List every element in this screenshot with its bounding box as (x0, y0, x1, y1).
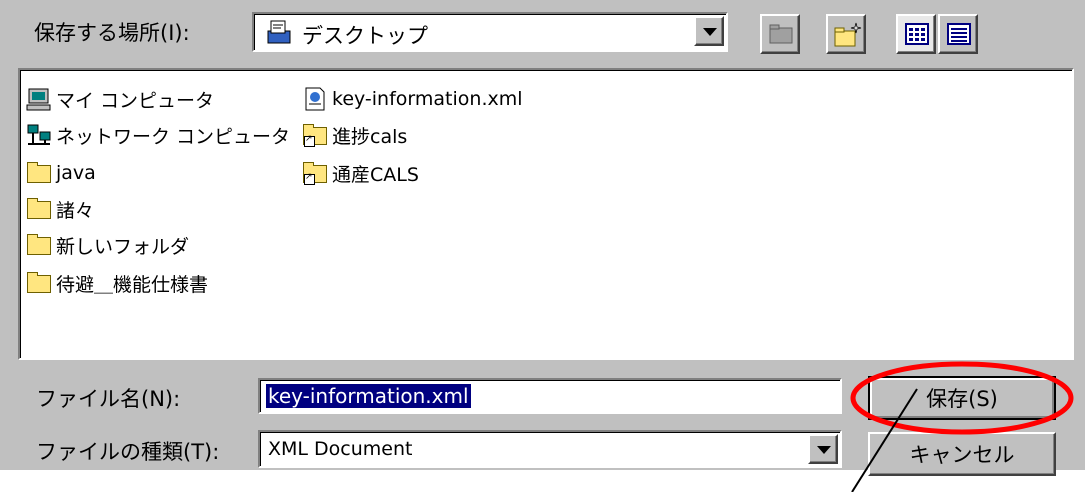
details-view-button[interactable] (938, 14, 978, 54)
file-list[interactable]: マイ コンピュータ ネットワーク コンピュータ java 諸々 新しいフォルダ … (18, 68, 1074, 360)
file-name: 通産CALS (332, 163, 419, 186)
list-item[interactable]: 通産CALS (302, 158, 419, 188)
filename-label: ファイル名(N): (36, 387, 181, 411)
list-item[interactable]: 諸々 (26, 194, 94, 224)
list-item[interactable]: ネットワーク コンピュータ (26, 120, 290, 150)
cancel-button[interactable]: キャンセル (868, 432, 1056, 476)
cancel-button-label: キャンセル (909, 443, 1015, 467)
new-folder-icon (833, 21, 863, 53)
save-location-label: 保存する場所(I): (34, 21, 190, 45)
file-name: マイ コンピュータ (56, 89, 215, 112)
folder-icon (26, 233, 52, 257)
save-location-combo[interactable]: デスクトップ (252, 12, 728, 52)
xml-file-icon (302, 87, 328, 111)
file-name: 新しいフォルダ (56, 235, 190, 258)
filename-value: key-information.xml (266, 384, 471, 408)
computer-icon (26, 87, 52, 111)
folder-shortcut-icon (302, 123, 328, 147)
filename-input[interactable]: key-information.xml (258, 378, 842, 414)
list-item[interactable]: 新しいフォルダ (26, 230, 189, 260)
create-new-folder-button[interactable] (826, 14, 866, 54)
file-name: java (56, 162, 96, 184)
folder-up-icon (769, 24, 793, 48)
save-button-label: 保存(S) (926, 387, 998, 411)
save-location-value: デスクトップ (302, 24, 428, 48)
desktop-icon (266, 19, 294, 45)
list-view-button[interactable] (896, 14, 936, 54)
folder-shortcut-icon (302, 161, 328, 185)
list-item[interactable]: java (26, 158, 96, 188)
list-item[interactable]: マイ コンピュータ (26, 84, 214, 114)
up-one-level-button[interactable] (760, 14, 800, 54)
file-name: 進捗cals (332, 125, 408, 148)
file-name: key-information.xml (332, 88, 523, 110)
file-name: ネットワーク コンピュータ (56, 125, 291, 148)
file-name: 待避＿機能仕様書 (56, 273, 209, 296)
filetype-select[interactable]: XML Document (258, 430, 842, 468)
file-name: 諸々 (56, 199, 95, 222)
network-icon (26, 123, 52, 147)
folder-icon (26, 197, 52, 221)
save-button[interactable]: 保存(S) (868, 376, 1056, 420)
list-view-icon (905, 23, 929, 49)
folder-icon (26, 271, 52, 295)
filetype-label: ファイルの種類(T): (36, 440, 220, 464)
list-item[interactable]: 待避＿機能仕様書 (26, 268, 208, 298)
chevron-down-icon[interactable] (694, 16, 724, 46)
filetype-value: XML Document (268, 438, 413, 460)
save-as-dialog: 保存する場所(I): デスクトップ マイ コンピュータ ネットワーク コンピュー… (0, 0, 1085, 476)
chevron-down-icon[interactable] (808, 434, 838, 464)
details-view-icon (947, 23, 971, 49)
list-item[interactable]: 進捗cals (302, 120, 407, 150)
folder-icon (26, 161, 52, 185)
list-item[interactable]: key-information.xml (302, 84, 523, 114)
